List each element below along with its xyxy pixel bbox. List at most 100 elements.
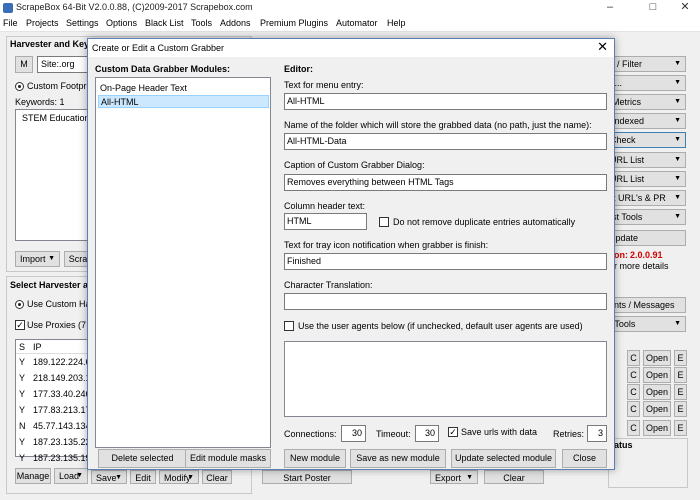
dialog-close-icon[interactable]: ✕ <box>597 40 608 54</box>
status-heading: atus <box>614 440 633 450</box>
edit-button[interactable]: Edit <box>130 470 156 484</box>
menu-settings[interactable]: Settings <box>66 18 99 28</box>
m-button[interactable]: M <box>15 56 33 73</box>
new-module-button[interactable]: New module <box>284 449 346 468</box>
caption-label: Caption of Custom Grabber Dialog: <box>284 160 425 170</box>
menu-file[interactable]: File <box>3 18 18 28</box>
keywords-label: Keywords: 1 <box>15 97 65 107</box>
proxy-status: Y <box>19 357 26 367</box>
load-button[interactable]: Load ▼ <box>54 468 88 484</box>
clear-urls-button[interactable]: Clear <box>484 470 544 484</box>
save-urls-label: Save urls with data <box>461 427 538 437</box>
proxy-ip[interactable]: 177.83.213.17 <box>33 405 91 415</box>
custom-grabber-dialog: Create or Edit a Custom Grabber ✕ Custom… <box>87 38 615 470</box>
edit-module-masks-button[interactable]: Edit module masks <box>185 449 271 468</box>
e-button[interactable]: E <box>674 420 687 436</box>
module-item[interactable]: On-Page Header Text <box>98 82 268 95</box>
open-button[interactable]: Open <box>643 384 671 400</box>
proxy-ip[interactable]: 177.33.40.246 <box>33 389 91 399</box>
import-button[interactable]: Import ▼ <box>15 251 60 267</box>
custom-footprint-radio[interactable] <box>15 82 24 91</box>
open-button[interactable]: Open <box>643 367 671 383</box>
start-poster-button[interactable]: Start Poster <box>262 470 352 484</box>
c-button[interactable]: C <box>627 420 640 436</box>
save-button[interactable]: Save ▼ <box>91 470 127 484</box>
open-button[interactable]: Open <box>643 401 671 417</box>
retries-input[interactable]: 3 <box>587 425 607 442</box>
caption-input[interactable]: Removes everything between HTML Tags <box>284 174 607 191</box>
timeout-input[interactable]: 30 <box>415 425 439 442</box>
save-as-new-module-button[interactable]: Save as new module <box>350 449 446 468</box>
char-translation-label: Character Translation: <box>284 280 373 290</box>
no-remove-duplicates-checkbox[interactable] <box>379 217 389 227</box>
use-custom-harvester-radio[interactable] <box>15 300 24 309</box>
c-button[interactable]: C <box>627 367 640 383</box>
select-harvester-heading: Select Harvester ar <box>10 280 92 290</box>
column-header-s[interactable]: S <box>19 342 25 352</box>
close-button[interactable]: Close <box>562 449 607 468</box>
c-button[interactable]: C <box>627 401 640 417</box>
no-remove-duplicates-label: Do not remove duplicate entries automati… <box>393 217 576 227</box>
menu-entry-input[interactable]: All-HTML <box>284 93 607 110</box>
proxy-ip[interactable]: 189.122.224.6 <box>33 357 91 367</box>
menu-black-list[interactable]: Black List <box>145 18 184 28</box>
list-item[interactable]: STEM Education <box>22 113 90 123</box>
e-button[interactable]: E <box>674 350 687 366</box>
retries-label: Retries: <box>553 429 585 439</box>
c-button[interactable]: C <box>627 384 640 400</box>
export-button[interactable]: Export ▼ <box>430 470 478 484</box>
menu-projects[interactable]: Projects <box>26 18 59 28</box>
save-urls-checkbox[interactable]: ✓ <box>448 427 458 437</box>
menu-tools[interactable]: Tools <box>191 18 212 28</box>
folder-name-input[interactable]: All-HTML-Data <box>284 133 607 150</box>
save-button-label: Save <box>96 473 117 483</box>
dropdown-arrow-icon: ▼ <box>466 474 473 481</box>
char-translation-input[interactable] <box>284 293 607 310</box>
user-agents-textarea[interactable] <box>284 341 607 417</box>
open-button[interactable]: Open <box>643 350 671 366</box>
module-item-selected[interactable]: All-HTML <box>98 95 269 108</box>
column-header-ip[interactable]: IP <box>33 342 42 352</box>
e-button[interactable]: E <box>674 384 687 400</box>
menu-help[interactable]: Help <box>387 18 406 28</box>
menu-entry-label: Text for menu entry: <box>284 80 364 90</box>
use-proxies-checkbox[interactable]: ✓ <box>15 320 25 330</box>
clear-proxies-button[interactable]: Clear <box>202 470 232 484</box>
title-bar: ScrapeBox 64-Bit V2.0.0.88, (C)2009-2017… <box>0 0 700 16</box>
c-button[interactable]: C <box>627 350 640 366</box>
keywords-list[interactable]: STEM Education <box>15 109 90 241</box>
menu-premium-plugins[interactable]: Premium Plugins <box>260 18 328 28</box>
tray-notification-input[interactable]: Finished <box>284 253 607 270</box>
editor-heading: Editor: <box>284 64 313 74</box>
proxy-table[interactable]: S IP Y 189.122.224.6 Y 218.149.203.1 Y 1… <box>15 339 91 463</box>
connections-input[interactable]: 30 <box>341 425 366 442</box>
dropdown-arrow-icon: ▼ <box>674 79 681 86</box>
minimize-icon[interactable]: – <box>595 0 625 16</box>
modules-list[interactable]: On-Page Header Text All-HTML <box>95 77 271 448</box>
menu-bar: File Projects Settings Options Black Lis… <box>0 16 700 32</box>
use-user-agents-checkbox[interactable] <box>284 321 294 331</box>
proxy-ip[interactable]: 45.77.143.134 <box>33 421 91 431</box>
close-window-icon[interactable]: ✕ <box>670 0 700 16</box>
open-button[interactable]: Open <box>643 420 671 436</box>
column-header-label: Column header text: <box>284 201 366 211</box>
proxy-ip[interactable]: 218.149.203.1 <box>33 373 91 383</box>
modify-button[interactable]: Modify ▼ <box>159 470 199 484</box>
dropdown-arrow-icon: ▼ <box>674 136 681 143</box>
export-button-label: Export <box>435 473 462 483</box>
more-details-link[interactable]: r more details <box>614 261 669 271</box>
menu-addons[interactable]: Addons <box>220 18 251 28</box>
menu-automator[interactable]: Automator <box>336 18 378 28</box>
update-selected-module-button[interactable]: Update selected module <box>451 449 556 468</box>
dropdown-arrow-icon: ▼ <box>674 117 681 124</box>
proxy-ip[interactable]: 187.23.135.22 <box>33 437 91 447</box>
delete-selected-button[interactable]: Delete selected <box>98 449 187 468</box>
maximize-icon[interactable]: □ <box>638 0 668 16</box>
manage-button[interactable]: Manage <box>15 468 51 484</box>
proxy-ip[interactable]: 187.23.135.19 <box>33 453 91 463</box>
e-button[interactable]: E <box>674 401 687 417</box>
proxy-status: Y <box>19 389 26 399</box>
column-header-input[interactable]: HTML <box>284 213 367 230</box>
menu-options[interactable]: Options <box>106 18 137 28</box>
e-button[interactable]: E <box>674 367 687 383</box>
